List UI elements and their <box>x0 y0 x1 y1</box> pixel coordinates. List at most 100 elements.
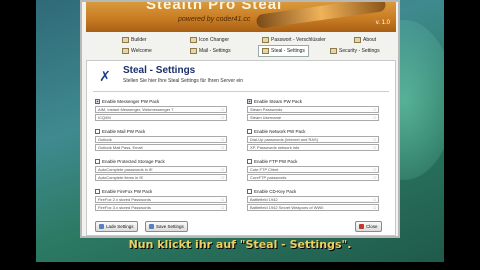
tab-about[interactable]: About <box>354 35 376 45</box>
load-settings-button[interactable]: Lade Settings <box>95 221 138 232</box>
steam-option-field[interactable]: Steam Passwords □ <box>247 106 379 113</box>
tab-label: Icon Changer <box>199 37 230 43</box>
tab-welcome[interactable]: Welcome <box>122 46 152 56</box>
checkbox-indicator-icon: □ <box>221 205 224 210</box>
messenger-pack-group: Enable Messenger PW Pack AIM, Instant Me… <box>95 97 227 121</box>
checkbox-indicator-icon: □ <box>373 145 376 150</box>
tab-label: Welcome <box>131 48 152 54</box>
checkbox-label: Enable FTP PW Pack <box>254 158 298 164</box>
network-pack-group: Enable Network PW Pack Dial-Up passwords… <box>247 127 379 151</box>
banner-version: v. 1.0 <box>375 20 390 26</box>
mail-pack-group: Enable Mail PW Pack Outlook □ Outlook Mai… <box>95 127 227 151</box>
banner-subtitle: powered by coder41.cc <box>178 16 251 23</box>
checkbox-box <box>95 188 100 194</box>
messenger-option-field[interactable]: ICQ/IM □ <box>95 114 227 121</box>
field-text: ICQ/IM <box>98 115 111 120</box>
enable-ftp-checkbox[interactable]: Enable FTP PW Pack <box>247 157 379 165</box>
save-settings-button[interactable]: Save Settings <box>145 221 188 232</box>
enable-firefox-checkbox[interactable]: Enable FireFox PW Pack <box>95 187 227 195</box>
tab-label: Steal - Settings <box>271 48 305 54</box>
enable-steam-checkbox[interactable]: Enable Steam PW Pack <box>247 97 379 105</box>
protected-storage-group: Enable Protected Storage Pack AutoComple… <box>95 157 227 181</box>
tab-label: Mail - Settings <box>199 48 231 54</box>
checkbox-indicator-icon: □ <box>373 175 376 180</box>
checkbox-box <box>247 128 252 134</box>
checkbox-indicator-icon: □ <box>373 115 376 120</box>
checkbox-indicator-icon: □ <box>221 115 224 120</box>
checkbox-label: Enable CD-Key Pack <box>254 188 297 194</box>
cdkey-pack-group: Enable CD-Key Pack Battlefield 1942 □ Bat… <box>247 187 379 211</box>
field-text: CoreFTP passwords <box>250 175 287 180</box>
app-window: Stealth Pro Steal powered by coder41.cc … <box>80 0 400 238</box>
network-option-field[interactable]: XP, Passwords network info □ <box>247 144 379 151</box>
network-option-field[interactable]: Dial-Up passwords (Internet and RAS) □ <box>247 136 379 143</box>
tab-builder[interactable]: Builder <box>122 35 147 45</box>
checkbox-indicator-icon: □ <box>373 137 376 142</box>
tab-label: Security - Settings <box>339 48 380 54</box>
steal-settings-icon: ✗ <box>99 69 111 85</box>
tab-icon-changer[interactable]: Icon Changer <box>190 35 229 45</box>
enable-messenger-checkbox[interactable]: Enable Messenger PW Pack <box>95 97 227 105</box>
field-text: Outlook Mail Pass, Email <box>98 145 143 150</box>
checkbox-label: Enable Steam PW Pack <box>254 98 303 104</box>
checkbox-label: Enable Mail PW Pack <box>102 128 146 134</box>
field-text: AIM, Instant Messenger, Webmessenger 7 <box>98 107 174 112</box>
banner-title: Stealth Pro Steal <box>146 2 283 13</box>
field-text: Cute FTP Client <box>250 167 279 172</box>
checkbox-label: Enable Protected Storage Pack <box>102 158 165 164</box>
close-icon <box>359 224 364 229</box>
page-subtitle: Stellen Sie hier Ihre Steal Settings für… <box>123 78 244 84</box>
desktop-background: Stealth Pro Steal powered by coder41.cc … <box>36 0 444 262</box>
welcome-icon <box>122 47 129 54</box>
steal-settings-page: ✗ Steal - Settings Stellen Sie hier Ihre… <box>86 60 396 236</box>
field-text: Steam Passwords <box>250 107 283 112</box>
firefox-pack-group: Enable FireFox PW Pack FireFox 2.x store… <box>95 187 227 211</box>
checkbox-box <box>95 98 100 104</box>
field-text: Steam Username <box>250 115 282 120</box>
enable-cdkey-checkbox[interactable]: Enable CD-Key Pack <box>247 187 379 195</box>
tab-security-settings[interactable]: Security - Settings <box>330 46 380 56</box>
mail-option-field[interactable]: Outlook □ <box>95 136 227 143</box>
field-text: Dial-Up passwords (Internet and RAS) <box>250 137 319 142</box>
about-icon <box>354 36 361 43</box>
app-banner: Stealth Pro Steal powered by coder41.cc … <box>86 2 396 32</box>
ftp-option-field[interactable]: Cute FTP Client □ <box>247 166 379 173</box>
protected-storage-option-field[interactable]: AutoComplete items in IE □ <box>95 174 227 181</box>
button-label: Lade Settings <box>106 224 134 229</box>
tab-strip: Builder Icon Changer Passwort - Verschlü… <box>86 34 396 58</box>
steam-option-field[interactable]: Steam Username □ <box>247 114 379 121</box>
checkbox-indicator-icon: □ <box>221 137 224 142</box>
tab-steal-settings[interactable]: Steal - Settings <box>258 45 309 57</box>
tab-mail-settings[interactable]: Mail - Settings <box>190 46 231 56</box>
field-text: Battlefield 1942 <box>250 197 278 202</box>
tab-passwort-verschluessler[interactable]: Passwort - Verschlüssler <box>262 35 326 45</box>
header-divider <box>93 91 389 92</box>
checkbox-indicator-icon: □ <box>373 167 376 172</box>
tab-label: About <box>363 37 377 43</box>
checkbox-indicator-icon: □ <box>221 175 224 180</box>
ftp-option-field[interactable]: CoreFTP passwords □ <box>247 174 379 181</box>
messenger-option-field[interactable]: AIM, Instant Messenger, Webmessenger 7 □ <box>95 106 227 113</box>
checkbox-indicator-icon: □ <box>373 107 376 112</box>
tab-label: Builder <box>131 37 147 43</box>
close-button[interactable]: Close <box>355 221 382 232</box>
enable-mail-checkbox[interactable]: Enable Mail PW Pack <box>95 127 227 135</box>
protected-storage-option-field[interactable]: AutoComplete passwords in IE □ <box>95 166 227 173</box>
mail-option-field[interactable]: Outlook Mail Pass, Email □ <box>95 144 227 151</box>
field-text: Battlefield 1942 Secret Weapons of WWII <box>250 205 324 210</box>
field-text: AutoComplete passwords in IE <box>98 167 153 172</box>
firefox-option-field[interactable]: FireFox 2.x stored Passwords □ <box>95 196 227 203</box>
enable-protected-storage-checkbox[interactable]: Enable Protected Storage Pack <box>95 157 227 165</box>
field-text: FireFox 3.x stored Passwords <box>98 205 151 210</box>
firefox-option-field[interactable]: FireFox 3.x stored Passwords □ <box>95 204 227 211</box>
button-label: Close <box>366 224 378 229</box>
checkbox-indicator-icon: □ <box>373 197 376 202</box>
enable-network-checkbox[interactable]: Enable Network PW Pack <box>247 127 379 135</box>
steam-pack-group: Enable Steam PW Pack Steam Passwords □ St… <box>247 97 379 121</box>
cdkey-option-field[interactable]: Battlefield 1942 □ <box>247 196 379 203</box>
checkbox-label: Enable Network PW Pack <box>254 128 306 134</box>
icon-changer-icon <box>190 36 197 43</box>
checkbox-label: Enable Messenger PW Pack <box>102 98 160 104</box>
key-icon <box>262 36 269 43</box>
cdkey-option-field[interactable]: Battlefield 1942 Secret Weapons of WWII □ <box>247 204 379 211</box>
